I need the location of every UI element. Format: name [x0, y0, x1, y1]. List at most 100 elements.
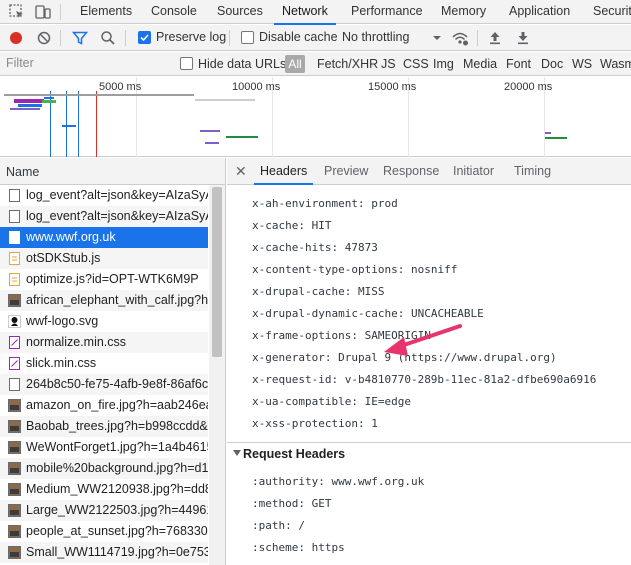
request-row[interactable]: optimize.js?id=OPT-WTK6M9P	[0, 269, 208, 290]
header-value: UNCACHEABLE	[410, 307, 484, 320]
request-row-selected[interactable]: www.wwf.org.uk	[0, 227, 208, 248]
filter-doc[interactable]: Doc	[541, 57, 563, 71]
header-name: x-content-type-options:	[252, 263, 405, 276]
tab-performance[interactable]: Performance	[351, 0, 423, 24]
image-icon	[8, 399, 21, 412]
section-title: Request Headers	[243, 447, 346, 461]
hide-data-urls-checkbox[interactable]	[180, 57, 193, 70]
request-row[interactable]: Large_WW2122503.jpg?h=449618	[0, 500, 208, 521]
request-row[interactable]: log_event?alt=json&key=AIzaSyA...	[0, 185, 208, 206]
filter-wasm[interactable]: Wasm	[600, 57, 631, 71]
header-value: GET	[311, 497, 332, 510]
filter-js[interactable]: JS	[381, 57, 396, 71]
request-list-scrollbar[interactable]	[209, 185, 225, 565]
upload-icon[interactable]	[486, 29, 504, 47]
request-row[interactable]: slick.min.css	[0, 353, 208, 374]
name-column-header[interactable]: Name	[0, 158, 225, 185]
scrollbar-thumb[interactable]	[212, 187, 222, 357]
tab-timing[interactable]: Timing	[514, 164, 551, 178]
request-row[interactable]: Small_WW1114719.jpg?h=0e7537.	[0, 542, 208, 563]
header-name: x-cache-hits:	[252, 241, 339, 254]
tab-console[interactable]: Console	[151, 0, 197, 24]
tab-preview[interactable]: Preview	[324, 164, 368, 178]
request-name: african_elephant_with_calf.jpg?h=1	[26, 293, 208, 307]
preserve-log-checkbox[interactable]	[138, 31, 151, 44]
filter-css[interactable]: CSS	[403, 57, 429, 71]
tab-application[interactable]: Application	[509, 0, 570, 24]
header-value: https	[311, 541, 345, 554]
request-row[interactable]: normalize.min.css	[0, 332, 208, 353]
filter-fetch-xhr[interactable]: Fetch/XHR	[317, 57, 378, 71]
network-overview-timeline[interactable]: 5000 ms 10000 ms 15000 ms 20000 ms	[0, 77, 631, 157]
timeline-bar	[205, 142, 219, 144]
toolbar-divider	[477, 30, 478, 46]
inspect-element-icon[interactable]	[8, 3, 26, 21]
request-headers-section[interactable]: Request Headers	[227, 442, 631, 466]
tab-elements[interactable]: Elements	[80, 0, 132, 24]
timeline-bar	[18, 104, 42, 107]
filter-all-button[interactable]: All	[285, 55, 305, 73]
header-value: /	[298, 519, 305, 532]
timeline-bar	[226, 136, 258, 138]
request-name: people_at_sunset.jpg?h=76833023	[26, 524, 208, 538]
throttling-select[interactable]: No throttling	[342, 30, 409, 44]
request-row[interactable]: log_event?alt=json&key=AIzaSyA...	[0, 206, 208, 227]
disable-cache-checkbox[interactable]	[241, 31, 254, 44]
tab-network[interactable]: Network	[274, 0, 336, 25]
search-icon[interactable]	[99, 29, 117, 47]
tab-memory[interactable]: Memory	[441, 0, 486, 24]
header-name: :path:	[252, 519, 292, 532]
name-column-label: Name	[6, 165, 40, 179]
request-row[interactable]: amazon_on_fire.jpg?h=aab246ea&	[0, 395, 208, 416]
header-name: x-ua-compatible:	[252, 395, 358, 408]
network-conditions-icon[interactable]	[451, 29, 469, 47]
header-name: x-drupal-dynamic-cache:	[252, 307, 405, 320]
tab-initiator[interactable]: Initiator	[453, 164, 494, 178]
filter-img[interactable]: Img	[433, 57, 454, 71]
script-icon	[8, 252, 21, 265]
timeline-bar	[4, 94, 194, 96]
header-value: prod	[371, 197, 398, 210]
close-icon[interactable]: ✕	[235, 163, 247, 180]
timeline-bar	[545, 137, 567, 139]
filter-icon[interactable]	[71, 29, 89, 47]
timeline-bar	[44, 97, 54, 99]
image-icon	[8, 420, 21, 433]
filter-input[interactable]: Filter	[6, 56, 34, 70]
header-row: x-xss-protection: 1	[252, 417, 378, 430]
details-tab-bar: ✕ Headers Preview Response Initiator Tim…	[227, 158, 631, 185]
timeline-bar	[62, 125, 76, 127]
timeline-bar	[42, 100, 56, 103]
tab-response[interactable]: Response	[383, 164, 439, 178]
header-row: x-ah-environment: prod	[252, 197, 398, 210]
request-row[interactable]: 264b8c50-fe75-4afb-9e8f-86af6c2	[0, 374, 208, 395]
request-list-pane: Name log_event?alt=json&key=AIzaSyA... lo…	[0, 158, 226, 565]
header-value: IE=edge	[364, 395, 411, 408]
tab-security[interactable]: Security	[593, 0, 631, 24]
request-row[interactable]: WeWontForget1.jpg?h=1a4b4615.	[0, 437, 208, 458]
filter-font[interactable]: Font	[506, 57, 531, 71]
request-row[interactable]: wwf-logo.svg	[0, 311, 208, 332]
header-value: Drupal 9 (https://www.drupal.org)	[338, 351, 557, 364]
header-value: nosniff	[410, 263, 458, 276]
device-toolbar-icon[interactable]	[34, 3, 52, 21]
request-row[interactable]: people_at_sunset.jpg?h=76833023	[0, 521, 208, 542]
expand-triangle-icon[interactable]	[233, 450, 241, 456]
filter-media[interactable]: Media	[463, 57, 497, 71]
download-icon[interactable]	[514, 29, 532, 47]
tab-headers[interactable]: Headers	[253, 164, 314, 185]
record-icon[interactable]	[7, 29, 25, 47]
request-name: optimize.js?id=OPT-WTK6M9P	[26, 272, 199, 286]
clear-icon[interactable]	[35, 29, 53, 47]
tab-sources[interactable]: Sources	[217, 0, 263, 24]
request-row[interactable]: otSDKStub.js	[0, 248, 208, 269]
request-row[interactable]: mobile%20background.jpg?h=d1c	[0, 458, 208, 479]
request-row[interactable]: Medium_WW2120938.jpg?h=dd8	[0, 479, 208, 500]
image-icon	[8, 462, 21, 475]
request-row[interactable]: african_elephant_with_calf.jpg?h=1	[0, 290, 208, 311]
document-icon	[8, 189, 21, 202]
request-row[interactable]: Baobab_trees.jpg?h=b998ccdd&it	[0, 416, 208, 437]
timeline-bar	[195, 99, 255, 101]
filter-ws[interactable]: WS	[572, 57, 592, 71]
chevron-down-icon[interactable]	[428, 29, 446, 47]
